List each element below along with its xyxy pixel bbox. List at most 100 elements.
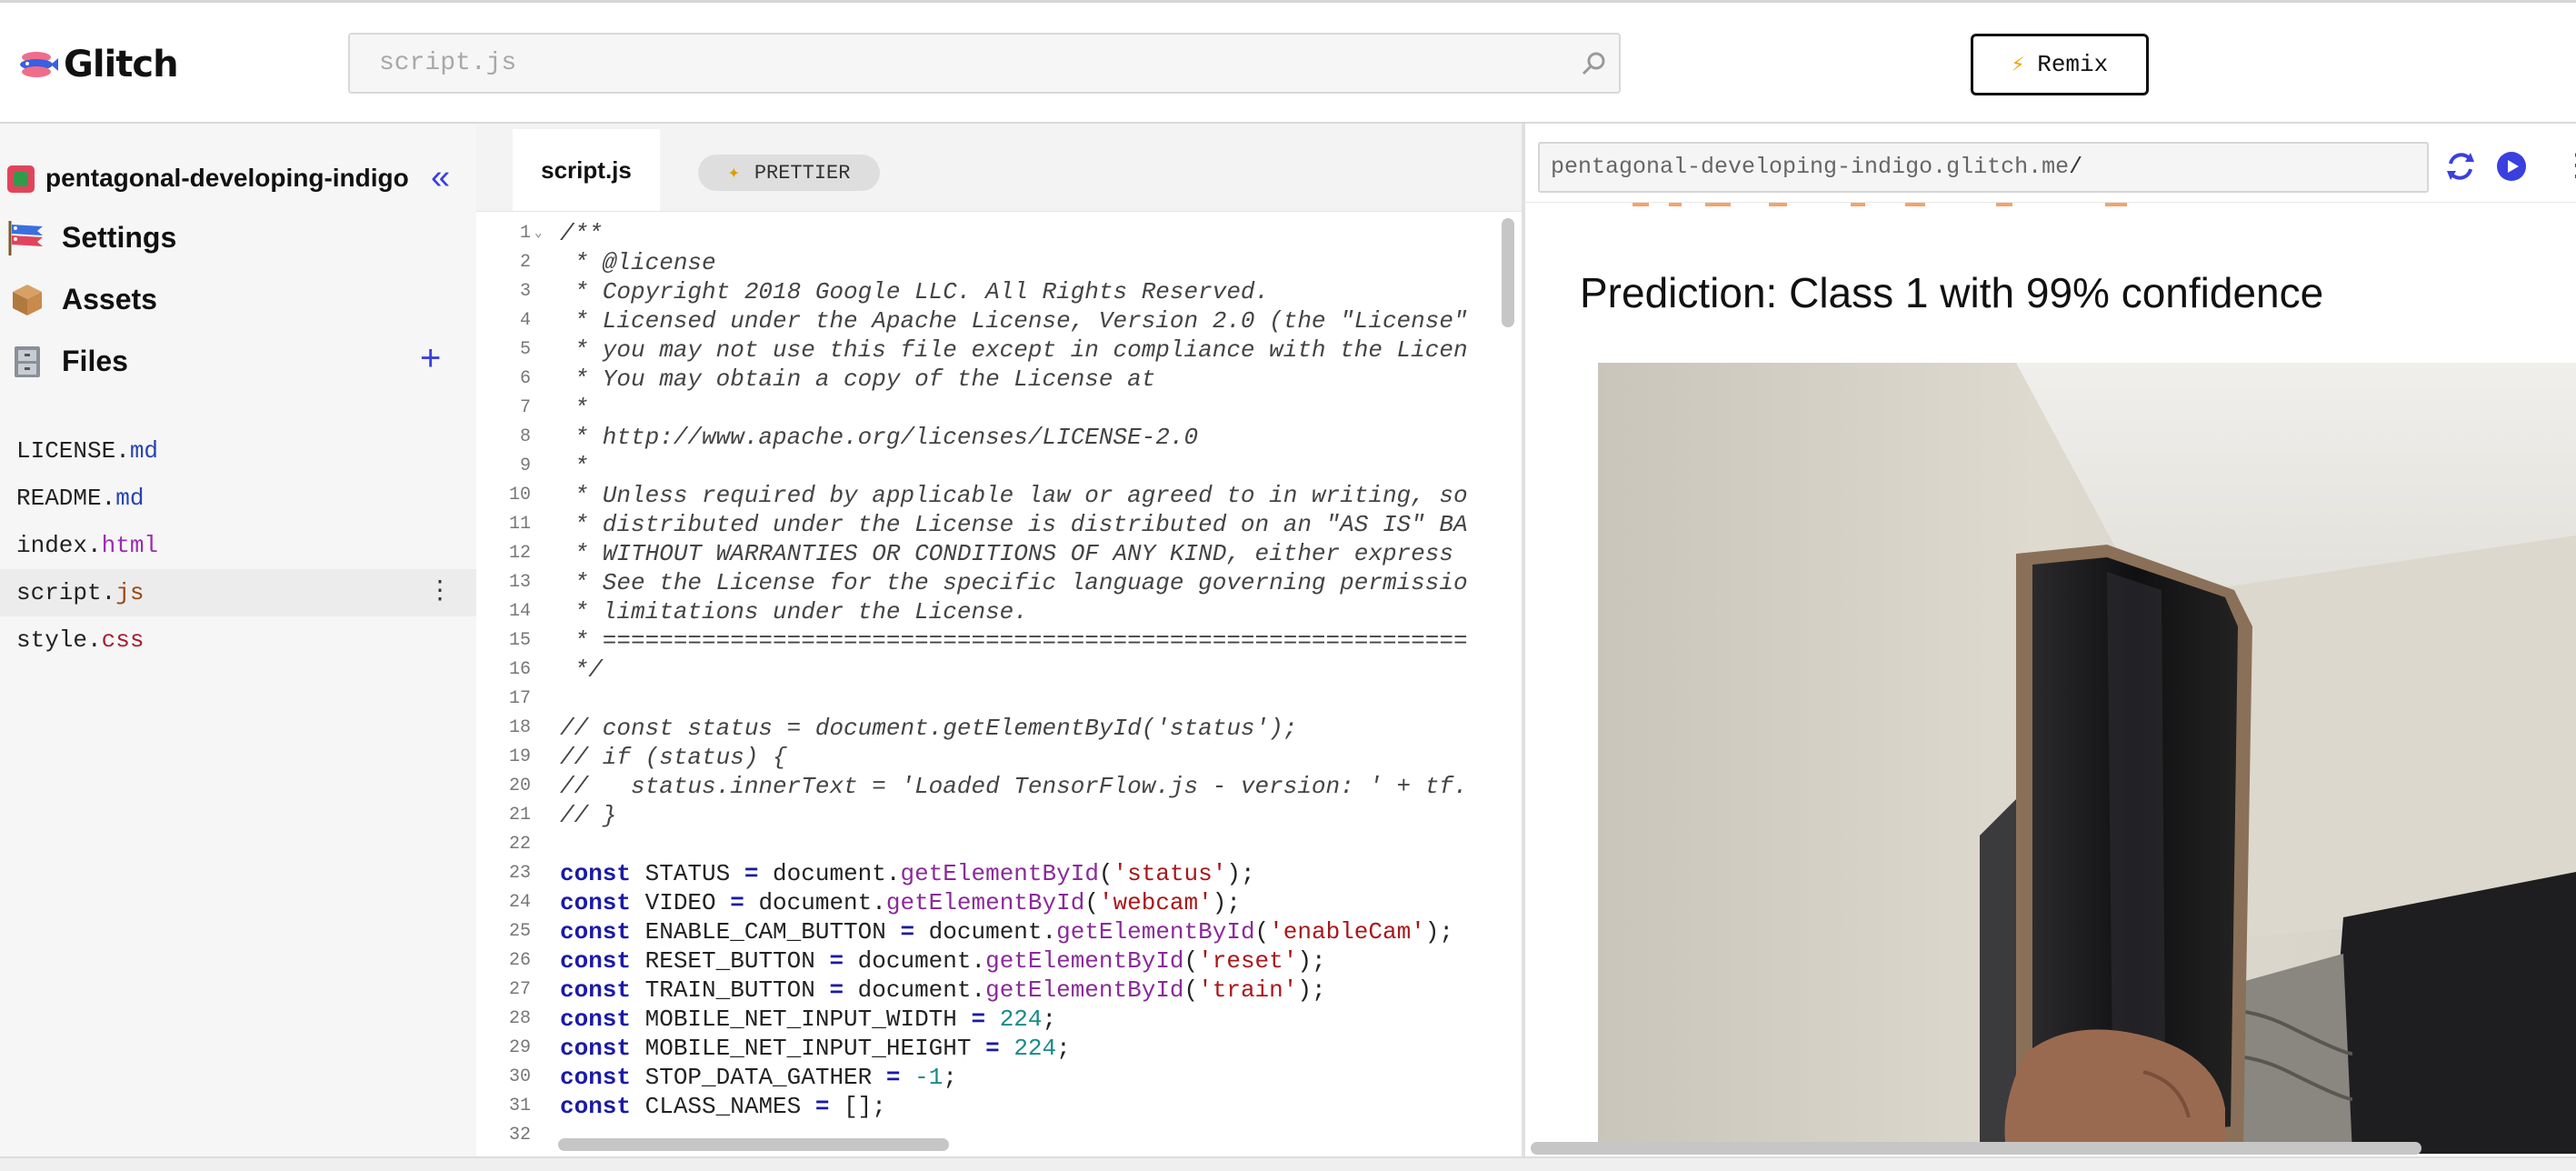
top-header: Glitch script.js ⚡ Remix	[0, 0, 2576, 124]
code-line[interactable]: 22	[476, 830, 1503, 859]
glitch-logo[interactable]: Glitch	[16, 39, 179, 90]
code-line[interactable]: 25 const ENABLE_CAM_BUTTON = document.get…	[476, 917, 1503, 946]
code-line[interactable]: 5 * you may not use this file except in …	[476, 335, 1503, 365]
code-line[interactable]: 13 * See the License for the specific la…	[476, 568, 1503, 597]
code-line[interactable]: 16 */	[476, 656, 1503, 685]
line-number: 3	[519, 281, 531, 302]
cropped-orange-text	[1632, 203, 2127, 206]
code-line[interactable]: 7 *	[476, 394, 1503, 423]
line-number: 7	[519, 397, 531, 418]
code-line[interactable]: 27 const TRAIN_BUTTON = document.getEleme…	[476, 976, 1503, 1005]
file-item-license[interactable]: LICENSE.md	[0, 427, 476, 475]
code-line[interactable]: 10 * Unless required by applicable law o…	[476, 481, 1503, 510]
code-line[interactable]: 8 * http://www.apache.org/licenses/LICEN…	[476, 423, 1503, 452]
project-avatar	[7, 165, 35, 193]
preview-content: Prediction: Class 1 with 99% confidence	[1525, 202, 2576, 1156]
collapse-sidebar-icon[interactable]: «	[431, 160, 450, 195]
preview-horizontal-scrollbar[interactable]	[1531, 1142, 2421, 1155]
bottom-status-bar	[0, 1156, 2576, 1171]
code-line[interactable]: 12 * WITHOUT WARRANTIES OR CONDITIONS OF…	[476, 539, 1503, 568]
code-line[interactable]: 26 const RESET_BUTTON = document.getEleme…	[476, 946, 1503, 976]
code-line[interactable]: 4 * Licensed under the Apache License, V…	[476, 306, 1503, 335]
refresh-icon[interactable]	[2443, 149, 2478, 184]
line-number: 17	[508, 688, 531, 709]
file-basename: script.	[16, 579, 116, 606]
file-item-style[interactable]: style.css	[0, 616, 476, 664]
tab-script-js[interactable]: script.js	[513, 129, 660, 211]
code-line[interactable]: 3 * Copyright 2018 Google LLC. All Right…	[476, 277, 1503, 306]
file-extension: md	[115, 485, 145, 512]
code-line[interactable]: 11 * distributed under the License is di…	[476, 510, 1503, 539]
code-line[interactable]: 20 // status.innerText = 'Loaded TensorFl…	[476, 772, 1503, 801]
line-number: 29	[508, 1037, 531, 1058]
line-number: 31	[508, 1096, 531, 1116]
code-line[interactable]: 17	[476, 685, 1503, 714]
code-line[interactable]: 2 * @license	[476, 248, 1503, 277]
prettier-button[interactable]: ✦ PRETTIER	[698, 155, 880, 191]
code-text: const MOBILE_NET_INPUT_WIDTH = 224;	[560, 1006, 1057, 1033]
code-line[interactable]: 14 * limitations under the License.	[476, 597, 1503, 626]
file-item-script[interactable]: script.js ⋮	[0, 569, 476, 616]
code-line[interactable]: 30 const STOP_DATA_GATHER = -1;	[476, 1063, 1503, 1092]
project-name[interactable]: pentagonal-developing-indigo	[45, 164, 409, 193]
code-text: const ENABLE_CAM_BUTTON = document.getEl…	[560, 918, 1454, 946]
search-icon[interactable]	[1581, 50, 1608, 77]
code-line[interactable]: 28 const MOBILE_NET_INPUT_WIDTH = 224;	[476, 1005, 1503, 1034]
code-text: // }	[560, 802, 617, 829]
code-text: /**	[560, 220, 603, 247]
code-text: * ======================================…	[560, 627, 1468, 655]
preview-pane: pentagonal-developing-indigo.glitch.me/ …	[1525, 124, 2576, 1156]
remix-button[interactable]: ⚡ Remix	[1971, 34, 2149, 95]
sidebar-item-settings[interactable]: Settings	[0, 211, 476, 264]
play-icon[interactable]	[2496, 151, 2527, 182]
project-header[interactable]: pentagonal-developing-indigo «	[0, 155, 476, 205]
file-item-readme[interactable]: README.md	[0, 475, 476, 522]
code-line[interactable]: 21 // }	[476, 801, 1503, 830]
sidebar-item-assets[interactable]: Assets	[0, 273, 476, 325]
code-text: // if (status) {	[560, 744, 787, 771]
file-cabinet-icon	[5, 343, 49, 379]
code-line[interactable]: 23 const STATUS = document.getElementById…	[476, 859, 1503, 888]
file-item-index[interactable]: index.html	[0, 522, 476, 569]
code-text: * WITHOUT WARRANTIES OR CONDITIONS OF AN…	[560, 540, 1468, 567]
sidebar-item-label: Settings	[62, 220, 177, 254]
code-line[interactable]: 18 // const status = document.getElementB…	[476, 714, 1503, 743]
editor-vertical-scrollbar[interactable]	[1502, 218, 1514, 327]
code-line[interactable]: 24 const VIDEO = document.getElementById(…	[476, 888, 1503, 917]
lightning-icon: ⚡	[2011, 54, 2025, 78]
file-basename: style.	[16, 626, 102, 654]
fold-arrow-icon[interactable]: ⌄	[534, 219, 542, 248]
code-text: *	[560, 453, 589, 480]
sparkle-icon: ✦	[727, 162, 740, 185]
line-number: 4	[519, 310, 531, 331]
add-file-icon[interactable]: +	[420, 340, 441, 376]
code-text: * @license	[560, 249, 716, 276]
code-line[interactable]: 15 * ===================================…	[476, 626, 1503, 656]
line-number: 2	[519, 252, 531, 273]
code-line[interactable]: 9 *	[476, 452, 1503, 481]
sidebar-item-files[interactable]: Files	[0, 335, 476, 387]
code-editor[interactable]: 1 ⌄/** 2 * @license 3 * Copyright 2018 Goog…	[476, 211, 1522, 1157]
editor-horizontal-scrollbar[interactable]	[558, 1138, 949, 1151]
code-line[interactable]: 19 // if (status) {	[476, 743, 1503, 772]
search-box[interactable]: script.js	[348, 33, 1621, 94]
line-number: 27	[508, 979, 531, 1000]
line-number: 13	[508, 572, 531, 593]
code-text: const STOP_DATA_GATHER = -1;	[560, 1064, 957, 1091]
preview-url-bar[interactable]: pentagonal-developing-indigo.glitch.me/	[1538, 142, 2429, 193]
code-text: // const status = document.getElementByI…	[560, 715, 1298, 742]
search-input[interactable]: script.js	[379, 35, 516, 92]
code-line[interactable]: 29 const MOBILE_NET_INPUT_HEIGHT = 224;	[476, 1034, 1503, 1063]
line-number: 8	[519, 426, 531, 447]
code-line[interactable]: 6 * You may obtain a copy of the License…	[476, 365, 1503, 394]
webcam-feed	[1598, 363, 2576, 1154]
more-options-icon[interactable]: ⋮	[2561, 147, 2576, 184]
code-text: const MOBILE_NET_INPUT_HEIGHT = 224;	[560, 1035, 1071, 1062]
line-number: 18	[508, 717, 531, 738]
line-number: 9	[519, 455, 531, 476]
line-number: 5	[519, 339, 531, 360]
code-line[interactable]: 1 ⌄ /**	[476, 219, 1503, 248]
carp-streamer-icon	[5, 219, 49, 255]
file-options-icon[interactable]: ⋮	[427, 569, 453, 616]
code-line[interactable]: 31 const CLASS_NAMES = [];	[476, 1092, 1503, 1121]
